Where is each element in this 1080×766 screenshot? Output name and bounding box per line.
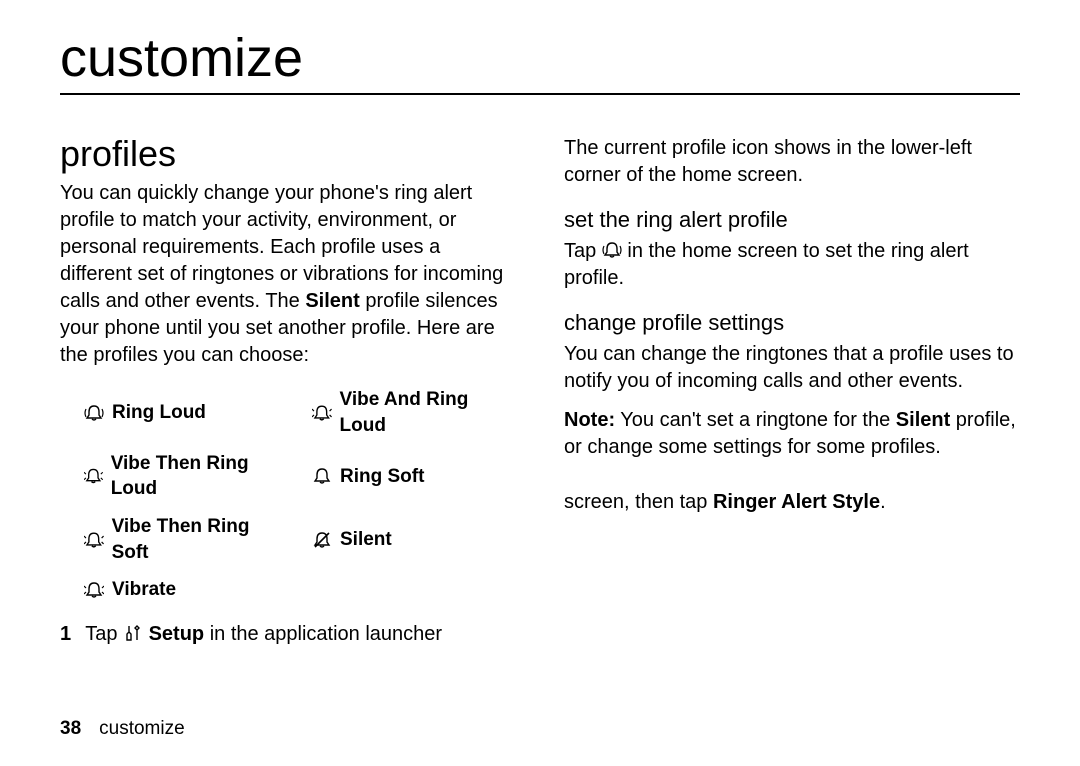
profile-label: Ring Loud: [112, 400, 206, 426]
silent-icon: [312, 530, 332, 550]
profile-ring-soft: Ring Soft: [312, 451, 516, 502]
continuation-line: screen, then tap Ringer Alert Style.: [564, 489, 1020, 516]
vibrate-icon: [84, 580, 104, 600]
page-number: 38: [60, 718, 81, 739]
set-ring-pre: Tap: [564, 240, 602, 262]
manual-page: customize profiles You can quickly chang…: [0, 0, 1080, 766]
step-text-pre: Tap: [85, 623, 123, 645]
set-ring-post: in the home screen to set the ring alert…: [564, 240, 969, 289]
profile-label: Ring Soft: [340, 464, 424, 490]
change-profile-text: You can change the ringtones that a prof…: [564, 341, 1020, 395]
vibe-then-ring-loud-icon: [84, 466, 103, 486]
chapter-title: customize: [60, 30, 1020, 87]
setup-word: Setup: [149, 623, 205, 645]
profile-vibe-then-ring-loud: Vibe Then Ring Loud: [84, 451, 288, 502]
profile-label: Vibrate: [112, 577, 176, 603]
profiles-grid: Ring Loud Vibe And Ring Loud Vibe Then R…: [84, 387, 516, 602]
subheading-change-profile: change profile settings: [564, 310, 1020, 335]
vibe-and-ring-loud-icon: [312, 403, 332, 423]
vibe-then-ring-soft-icon: [84, 530, 104, 550]
step-text-post: in the application launcher: [204, 623, 442, 645]
chapter-rule: [60, 93, 1020, 95]
right-column: The current profile icon shows in the lo…: [564, 135, 1020, 648]
profiles-intro: You can quickly change your phone's ring…: [60, 180, 516, 369]
section-title-profiles: profiles: [60, 135, 516, 173]
step-number: 1: [60, 621, 80, 648]
profile-label: Vibe Then Ring Soft: [112, 514, 288, 565]
two-column-layout: profiles You can quickly change your pho…: [60, 135, 1020, 648]
cont-pre: screen, then tap: [564, 491, 713, 513]
profile-label: Vibe Then Ring Loud: [111, 451, 288, 502]
footer-section: customize: [99, 718, 185, 739]
current-profile-note: The current profile icon shows in the lo…: [564, 135, 1020, 189]
ring-soft-icon: [312, 466, 332, 486]
profile-ring-loud: Ring Loud: [84, 387, 288, 438]
profile-vibe-then-ring-soft: Vibe Then Ring Soft: [84, 514, 288, 565]
ring-profile-icon: [602, 240, 622, 260]
note-paragraph: Note: You can't set a ringtone for the S…: [564, 407, 1020, 461]
profile-silent: Silent: [312, 514, 516, 565]
setup-icon: [123, 623, 143, 643]
ringer-alert-style: Ringer Alert Style: [713, 491, 880, 513]
profile-vibe-and-ring-loud: Vibe And Ring Loud: [312, 387, 516, 438]
cont-post: .: [880, 491, 886, 513]
profile-label: Silent: [340, 527, 392, 553]
subheading-set-ring-alert: set the ring alert profile: [564, 207, 1020, 232]
left-column: profiles You can quickly change your pho…: [60, 135, 516, 648]
note-pre: You can't set a ringtone for the: [615, 409, 896, 431]
page-footer: 38 customize: [60, 716, 185, 742]
note-label: Note:: [564, 409, 615, 431]
ring-loud-icon: [84, 403, 104, 423]
step-1: 1 Tap Setup in the application launcher: [60, 621, 516, 648]
profile-label: Vibe And Ring Loud: [340, 387, 516, 438]
note-silent: Silent: [896, 409, 950, 431]
profile-vibrate: Vibrate: [84, 577, 288, 603]
silent-word: Silent: [305, 290, 359, 312]
set-ring-alert-text: Tap in the home screen to set the ring a…: [564, 238, 1020, 292]
